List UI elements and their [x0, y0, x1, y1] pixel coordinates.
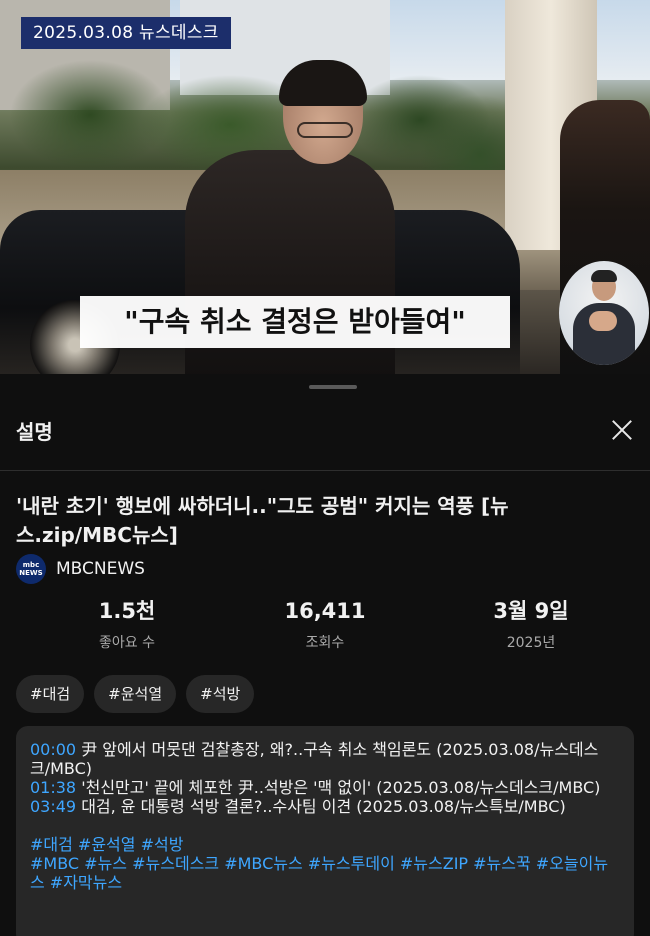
chapter-timestamp[interactable]: 03:49 — [30, 797, 76, 816]
upload-date: 3월 9일 — [493, 599, 569, 623]
video-title: '내란 초기' 행보에 싸하더니.."그도 공범" 커지는 역풍 [뉴스.zip… — [16, 494, 509, 547]
chapter-text: '천신만고' 끝에 체포한 尹..석방은 '맥 없이' (2025.03.08/… — [76, 778, 601, 797]
hashtag-chips: #대검 #윤석열 #석방 — [16, 675, 255, 713]
hashtag-chip[interactable]: #윤석열 — [94, 675, 177, 713]
views-count: 16,411 — [284, 599, 366, 623]
views-stat: 16,411 조회수 — [235, 596, 415, 652]
views-label: 조회수 — [305, 635, 345, 651]
chapter-line: 00:00 尹 앞에서 머뭇댄 검찰총장, 왜?..구속 취소 책임론도 (20… — [30, 740, 620, 778]
divider — [0, 470, 650, 471]
hashtag-line[interactable]: #대검 #윤석열 #석방 — [30, 835, 620, 854]
chapter-line: 01:38 '천신만고' 끝에 체포한 尹..석방은 '맥 없이' (2025.… — [30, 778, 620, 797]
sheet-title: 설명 — [16, 420, 53, 444]
channel-name[interactable]: MBCNEWS — [56, 559, 145, 579]
video-player[interactable]: 2025.03.08 뉴스데스크 "구속 취소 결정은 받아들여" — [0, 0, 650, 374]
chapter-timestamp[interactable]: 01:38 — [30, 778, 76, 797]
drag-handle[interactable] — [309, 385, 357, 389]
date-stat: 3월 9일 2025년 — [441, 596, 621, 652]
likes-stat: 1.5천 좋아요 수 — [37, 596, 217, 652]
channel-logo-text-bottom: NEWS — [19, 569, 43, 577]
description-box[interactable]: 00:00 尹 앞에서 머뭇댄 검찰총장, 왜?..구속 취소 책임론도 (20… — [16, 726, 634, 936]
chapter-timestamp[interactable]: 00:00 — [30, 740, 76, 759]
channel-logo-text-top: mbc — [22, 561, 40, 569]
upload-year: 2025년 — [506, 635, 556, 651]
broadcast-date-tag: 2025.03.08 뉴스데스크 — [21, 17, 231, 49]
hashtag-line[interactable]: #MBC #뉴스 #뉴스데스크 #MBC뉴스 #뉴스투데이 #뉴스ZIP #뉴스… — [30, 854, 620, 892]
description-sheet: 설명 '내란 초기' 행보에 싸하더니.."그도 공범" 커지는 역풍 [뉴스.… — [0, 374, 650, 936]
chapter-text: 尹 앞에서 머뭇댄 검찰총장, 왜?..구속 취소 책임론도 (2025.03.… — [30, 740, 599, 778]
hashtag-chip[interactable]: #석방 — [186, 675, 255, 713]
chapter-line: 03:49 대검, 윤 대통령 석방 결론?..수사팀 이견 (2025.03.… — [30, 797, 620, 816]
chapter-text: 대검, 윤 대통령 석방 결론?..수사팀 이견 (2025.03.08/뉴스특… — [76, 797, 566, 816]
hashtag-chip[interactable]: #대검 — [16, 675, 85, 713]
sign-language-interpreter — [559, 261, 649, 365]
channel-row[interactable]: mbc NEWS MBCNEWS — [16, 554, 145, 584]
likes-count: 1.5천 — [98, 599, 156, 623]
stats-row: 1.5천 좋아요 수 16,411 조회수 3월 9일 2025년 — [0, 596, 650, 656]
likes-label: 좋아요 수 — [99, 635, 155, 651]
close-icon[interactable] — [606, 414, 638, 446]
channel-avatar[interactable]: mbc NEWS — [16, 554, 46, 584]
video-caption: "구속 취소 결정은 받아들여" — [80, 296, 510, 348]
